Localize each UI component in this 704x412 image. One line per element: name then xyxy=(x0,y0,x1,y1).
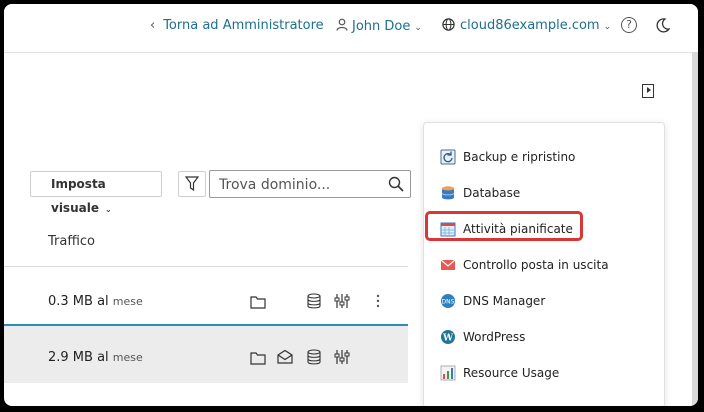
traffic-value: 2.9 MB al mese xyxy=(48,350,143,365)
help-icon[interactable]: ? xyxy=(621,17,637,33)
scrollbar[interactable] xyxy=(692,52,698,406)
search-icon[interactable] xyxy=(388,176,404,192)
user-icon xyxy=(336,18,348,31)
moon-icon[interactable] xyxy=(656,18,670,33)
folder-icon[interactable] xyxy=(250,350,266,366)
traffic-amount: 0.3 MB al xyxy=(48,294,109,309)
domain-menu[interactable]: cloud86example.com ⌄ xyxy=(442,18,611,33)
column-header-traffic[interactable]: Traffico xyxy=(48,234,95,249)
menu-item-label: Resource Usage xyxy=(463,366,560,380)
traffic-unit: mese xyxy=(112,351,143,364)
table-row[interactable]: 0.3 MB al mese xyxy=(4,267,408,324)
menu-item-label: Backup e ripristino xyxy=(463,150,576,164)
traffic-unit: mese xyxy=(112,295,143,308)
table-row[interactable]: 2.9 MB al mese xyxy=(4,324,408,383)
database-icon[interactable] xyxy=(306,293,322,309)
traffic-value: 0.3 MB al mese xyxy=(48,294,143,309)
back-arrow-icon: ‹ xyxy=(150,18,156,33)
database-icon[interactable] xyxy=(306,349,322,365)
traffic-amount: 2.9 MB al xyxy=(48,350,109,365)
more-options-menu: Backup e ripristino Database Attività pi… xyxy=(423,122,665,406)
filter-button[interactable] xyxy=(178,171,206,197)
sidebar-toggle-icon[interactable] xyxy=(642,84,654,98)
menu-item-label: Database xyxy=(463,186,521,200)
back-to-admin-label: Torna ad Amministratore xyxy=(163,18,324,33)
menu-item-label: WordPress xyxy=(463,330,526,344)
chevron-down-icon: ⌄ xyxy=(104,205,112,214)
database-icon xyxy=(441,186,455,200)
view-settings-button[interactable]: Imposta visuale ⌄ xyxy=(30,171,162,215)
more-options-icon[interactable] xyxy=(370,293,386,309)
chevron-down-icon: ⌄ xyxy=(603,22,612,32)
svg-text:W: W xyxy=(442,334,454,344)
user-menu[interactable]: John Doe ⌄ xyxy=(336,18,422,34)
chart-icon xyxy=(440,365,456,381)
globe-icon xyxy=(442,18,455,31)
filter-icon xyxy=(185,176,199,192)
sliders-icon[interactable] xyxy=(334,293,350,309)
mail-icon[interactable] xyxy=(277,349,293,365)
sliders-icon[interactable] xyxy=(334,349,350,365)
app-window: ‹ Torna ad Amministratore John Doe ⌄ cloud… xyxy=(4,4,698,406)
back-to-admin-link[interactable]: ‹ Torna ad Amministratore xyxy=(150,18,324,33)
menu-item-label: DNS Manager xyxy=(463,294,546,308)
top-bar: ‹ Torna ad Amministratore John Doe ⌄ cloud… xyxy=(4,4,698,53)
dns-icon: DNS xyxy=(441,294,455,308)
search-input[interactable] xyxy=(211,172,391,198)
chevron-down-icon: ⌄ xyxy=(414,23,422,33)
mail-icon xyxy=(440,259,456,270)
svg-text:DNS: DNS xyxy=(442,299,455,306)
backup-icon xyxy=(440,149,456,165)
user-name: John Doe xyxy=(352,19,411,34)
highlight-box xyxy=(425,211,583,241)
view-settings-label: Imposta visuale xyxy=(51,177,106,215)
domain-name: cloud86example.com xyxy=(460,18,600,33)
wordpress-icon: W xyxy=(441,330,455,344)
search-box xyxy=(209,170,411,198)
menu-item-label: Controllo posta in uscita xyxy=(463,258,609,272)
folder-icon[interactable] xyxy=(250,294,266,310)
